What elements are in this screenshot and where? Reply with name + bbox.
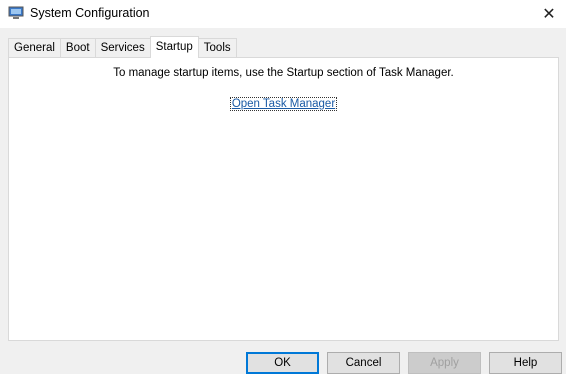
tab-boot[interactable]: Boot	[59, 38, 96, 58]
system-config-icon	[8, 6, 24, 19]
close-icon: ✕	[542, 6, 556, 23]
open-task-manager-link[interactable]: Open Task Manager	[229, 97, 338, 111]
tab-startup[interactable]: Startup	[149, 36, 199, 58]
window-title: System Configuration	[30, 6, 150, 20]
title-bar: System Configuration ✕	[0, 0, 566, 28]
open-task-manager-container: Open Task Manager	[9, 97, 558, 111]
tab-general[interactable]: General	[8, 38, 61, 58]
tab-tools[interactable]: Tools	[197, 38, 237, 58]
tab-bar: General Boot Services Startup Tools	[8, 36, 237, 58]
close-button[interactable]: ✕	[532, 0, 566, 28]
startup-message: To manage startup items, use the Startup…	[113, 67, 454, 79]
tab-services[interactable]: Services	[94, 38, 151, 58]
apply-button[interactable]: Apply	[408, 352, 481, 374]
help-button[interactable]: Help	[489, 352, 562, 374]
cancel-button[interactable]: Cancel	[327, 352, 400, 374]
ok-button[interactable]: OK	[246, 352, 319, 374]
startup-panel: To manage startup items, use the Startup…	[8, 57, 559, 341]
